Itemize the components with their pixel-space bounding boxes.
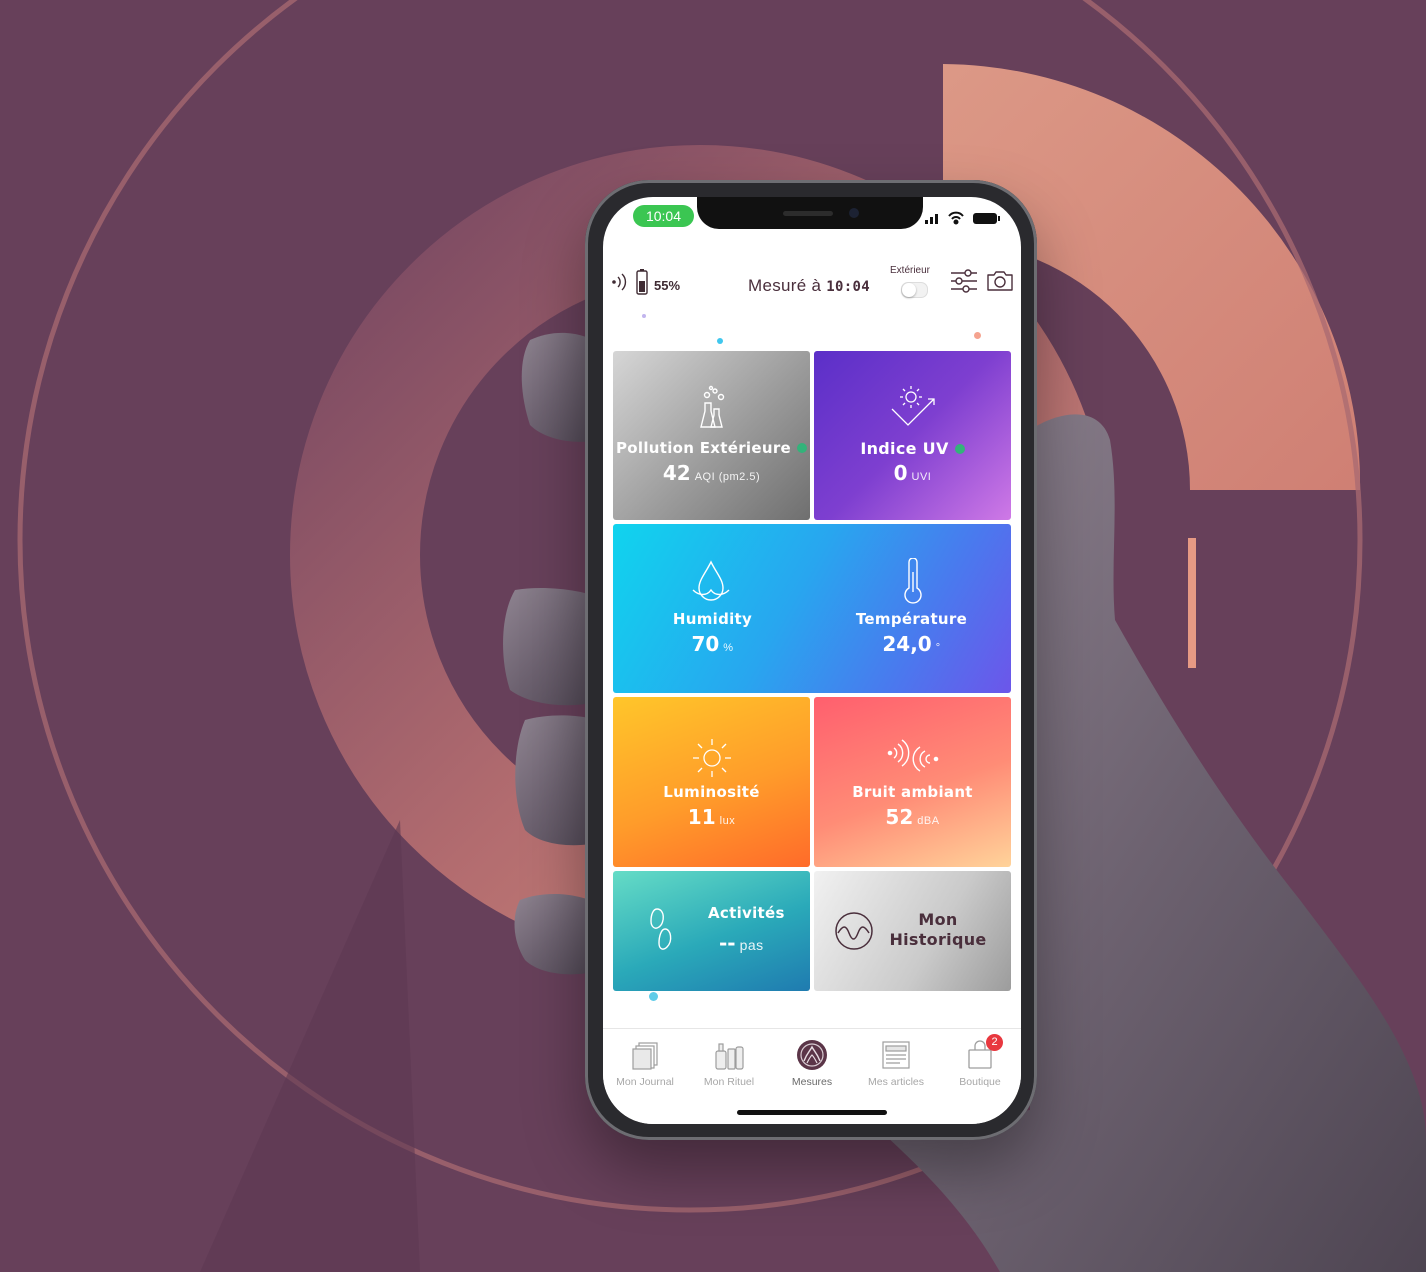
temperature-value: 24,0 xyxy=(882,632,932,656)
cellular-signal-icon xyxy=(925,214,938,224)
camera-icon[interactable] xyxy=(986,269,1014,293)
decorative-dot xyxy=(649,992,658,1001)
tab-boutique[interactable]: 2 Boutique xyxy=(938,1029,1021,1099)
sound-waves-icon xyxy=(887,739,939,772)
activities-value-row: -- pas xyxy=(719,931,799,955)
tab-mes-articles[interactable]: Mes articles xyxy=(854,1029,938,1099)
activities-title: Activités xyxy=(708,904,785,922)
measures-logo-icon xyxy=(797,1040,827,1070)
status-dot xyxy=(797,443,807,453)
pollution-title: Pollution Extérieure xyxy=(613,439,810,457)
status-time: 10:04 xyxy=(633,205,694,227)
luminosity-title: Luminosité xyxy=(663,783,760,801)
activities-unit: pas xyxy=(739,937,764,953)
humidity-temperature-tile[interactable]: Humidity 70% Température 24,0 ° xyxy=(613,524,1011,693)
temperature-unit: ° xyxy=(935,642,941,654)
uv-tile[interactable]: Indice UV 0 UVI xyxy=(814,351,1011,520)
noise-unit: dBA xyxy=(917,815,940,827)
battery-level: 55% xyxy=(654,278,681,293)
battery-icon xyxy=(636,269,648,295)
tab-bar: Mon Journal Mon Rituel Mesures Mes artic… xyxy=(603,1028,1021,1124)
app-screen: 10:04 55% Mesuré à 10:04 Extérieur Pollu… xyxy=(603,197,1021,1124)
notch xyxy=(697,197,923,229)
products-icon xyxy=(715,1043,744,1070)
measured-time: Mesuré à 10:04 xyxy=(748,276,870,295)
temperature-value-row: 24,0 ° xyxy=(812,632,1011,656)
app-header: 55% Mesuré à 10:04 Extérieur xyxy=(603,257,1021,307)
history-title-line1: Mon xyxy=(918,910,958,929)
noise-tile[interactable]: Bruit ambiant 52 dBA xyxy=(814,697,1011,867)
history-wave-icon xyxy=(835,912,873,950)
luminosity-tile[interactable]: Luminosité 11 lux xyxy=(613,697,810,867)
humidity-value-row: 70% xyxy=(613,632,812,656)
filter-icon[interactable] xyxy=(950,268,978,294)
sun-uv-icon xyxy=(891,386,935,426)
noise-title: Bruit ambiant xyxy=(852,783,973,801)
device-signal-icon xyxy=(612,273,627,291)
temperature-title: Température xyxy=(855,610,968,628)
humidity-title: Humidity xyxy=(672,610,753,628)
uv-value: 0 xyxy=(893,461,908,485)
uv-unit: UVI xyxy=(911,471,932,483)
decorative-dot xyxy=(717,338,723,344)
history-tile[interactable]: Mon Historique xyxy=(814,871,1011,991)
journal-icon xyxy=(632,1042,658,1070)
tab-mesures[interactable]: Mesures xyxy=(770,1029,854,1099)
sun-icon xyxy=(693,739,731,777)
home-indicator xyxy=(737,1110,887,1115)
thermometer-icon xyxy=(904,558,922,604)
status-icons xyxy=(925,211,1000,225)
luminosity-value: 11 xyxy=(687,805,716,829)
exterior-toggle[interactable] xyxy=(901,282,928,298)
luminosity-unit: lux xyxy=(719,815,736,827)
noise-value: 52 xyxy=(885,805,914,829)
uv-value-row: 0 UVI xyxy=(814,461,1011,485)
wifi-icon xyxy=(948,211,964,225)
cart-badge: 2 xyxy=(986,1034,1003,1051)
uv-title: Indice UV xyxy=(814,439,1011,458)
decorative-dot xyxy=(974,332,981,339)
history-title-line2: Historique xyxy=(889,930,987,949)
footsteps-icon xyxy=(650,908,672,950)
luminosity-value-row: 11 lux xyxy=(613,805,810,829)
pollution-icon xyxy=(700,385,725,428)
tab-mon-rituel[interactable]: Mon Rituel xyxy=(687,1029,771,1099)
exterior-label: Extérieur xyxy=(890,265,931,276)
articles-icon xyxy=(882,1041,910,1069)
droplet-icon xyxy=(692,560,730,601)
pollution-value-row: 42 AQI (pm2.5) xyxy=(613,461,810,485)
pollution-tile[interactable]: Pollution Extérieure 42 AQI (pm2.5) xyxy=(613,351,810,520)
pollution-value: 42 xyxy=(662,461,691,485)
humidity-value: 70 xyxy=(691,632,720,656)
status-dot xyxy=(954,444,965,454)
battery-icon xyxy=(973,213,1000,224)
noise-value-row: 52 dBA xyxy=(814,805,1011,829)
activities-value: -- xyxy=(719,931,736,955)
pollution-unit: AQI (pm2.5) xyxy=(694,471,761,483)
decorative-dot xyxy=(642,314,646,318)
activities-tile[interactable]: Activités -- pas xyxy=(613,871,810,991)
tab-mon-journal[interactable]: Mon Journal xyxy=(603,1029,687,1099)
humidity-unit: % xyxy=(723,642,734,654)
